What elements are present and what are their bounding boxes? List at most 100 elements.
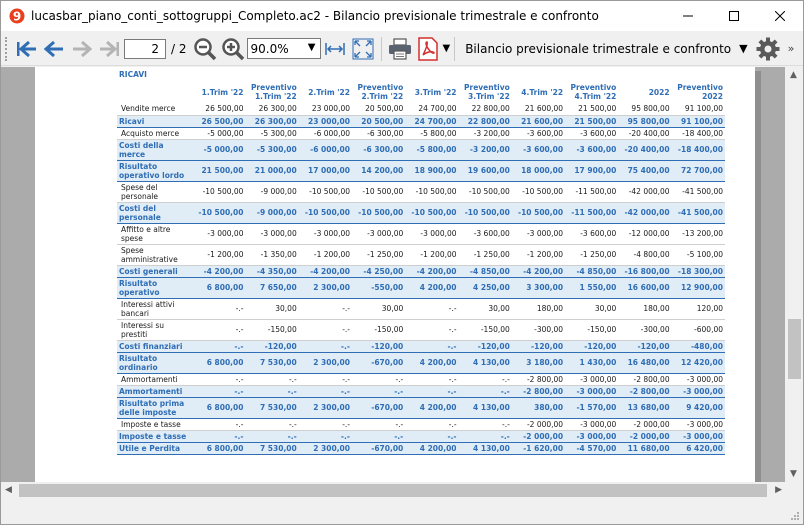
first-page-icon xyxy=(17,40,36,57)
page-number-input[interactable]: 2 xyxy=(124,38,166,59)
table-cell: -5 100,00 xyxy=(671,244,725,266)
table-cell: 1 430,00 xyxy=(565,352,619,374)
total-row: Utile e Perdita 6 800,00 7 530,00 2 300,00-… xyxy=(117,442,725,455)
svg-text:9: 9 xyxy=(13,10,21,24)
scroll-up-icon[interactable]: ▲ xyxy=(790,70,797,80)
table-row: Acquisto merce -5 000,00 -5 300,00 -6 000,0… xyxy=(117,127,725,140)
table-cell: -3 000,00 xyxy=(671,430,725,443)
maximize-button[interactable] xyxy=(711,1,757,31)
fit-page-icon xyxy=(352,38,373,59)
table-cell: -10 500,00 xyxy=(458,202,512,224)
settings-button[interactable] xyxy=(754,35,782,63)
table-cell: -6 300,00 xyxy=(352,127,406,140)
row-label: Costi finanziari xyxy=(117,340,193,353)
section-title: RICAVI xyxy=(119,69,147,79)
toolbar-grip[interactable] xyxy=(5,36,9,61)
table-cell: 4 200,00 xyxy=(405,352,459,374)
table-cell: -.- xyxy=(405,385,459,398)
table-cell: -3 600,00 xyxy=(565,127,619,140)
table-cell: -5 800,00 xyxy=(405,139,459,161)
close-button[interactable] xyxy=(757,1,803,31)
table-cell: -2 800,00 xyxy=(618,373,672,386)
table-cell: -.- xyxy=(405,430,459,443)
column-header: Preventivo 3.Trim '22 xyxy=(464,83,510,101)
total-row: Costi del personale -10 500,00 -9 000,00 -1… xyxy=(117,202,725,224)
table-row: Spese del personale -10 500,00 -9 000,00 -1… xyxy=(117,181,725,203)
table-cell: -3 000,00 xyxy=(565,418,619,431)
first-page-button[interactable] xyxy=(12,35,40,63)
scroll-right-icon[interactable]: ▶ xyxy=(775,485,782,495)
zoom-in-button[interactable] xyxy=(219,35,247,63)
table-cell: -.- xyxy=(458,373,512,386)
last-page-button[interactable] xyxy=(96,35,124,63)
vertical-scroll-thumb[interactable] xyxy=(788,319,801,379)
total-row: Risultato operativo 6 800,00 7 650,00 2 300… xyxy=(117,277,725,299)
row-label: Costi della merce xyxy=(117,139,193,161)
table-cell: -1 250,00 xyxy=(352,244,406,266)
pdf-export-button[interactable] xyxy=(414,35,442,63)
scroll-down-icon[interactable]: ▼ xyxy=(790,469,797,479)
zoom-out-button[interactable] xyxy=(191,35,219,63)
table-cell: -.- xyxy=(405,418,459,431)
scroll-left-icon[interactable]: ◀ xyxy=(5,485,12,495)
table-cell: -3 000,00 xyxy=(671,418,725,431)
table-cell: -1 350,00 xyxy=(245,244,299,266)
table-cell: 20 500,00 xyxy=(352,115,406,128)
prev-page-button[interactable] xyxy=(40,35,68,63)
table-row: Spese amministrative -1 200,00 -1 350,00 -1… xyxy=(117,244,725,266)
zoom-select[interactable]: 90.0% ▼ xyxy=(246,38,321,59)
table-cell: 18 900,00 xyxy=(405,160,459,182)
report-select[interactable]: Bilancio previsionale trimestrale e conf… xyxy=(465,42,747,56)
title-bar: 9 lucasbar_piano_conti_sottogruppi_Compl… xyxy=(1,1,803,31)
table-cell: -20 400,00 xyxy=(618,139,672,161)
table-cell: 20 500,00 xyxy=(352,103,406,116)
table-cell: 16 600,00 xyxy=(618,277,672,299)
table-cell: -3 600,00 xyxy=(511,127,566,140)
print-button[interactable] xyxy=(386,35,414,63)
table-cell: -120,00 xyxy=(352,340,406,353)
table-cell: -10 500,00 xyxy=(511,202,566,224)
row-label: Risultato prima delle imposte xyxy=(117,397,193,419)
fit-width-button[interactable] xyxy=(321,35,349,63)
minimize-button[interactable] xyxy=(665,1,711,31)
vertical-scrollbar[interactable]: ▲ ▼ xyxy=(786,67,803,482)
next-page-button[interactable] xyxy=(68,35,96,63)
table-cell: 30,00 xyxy=(245,298,299,320)
table-cell: 30,00 xyxy=(458,298,512,320)
resize-grip-icon[interactable] xyxy=(790,511,800,521)
table-cell: 7 650,00 xyxy=(245,277,299,299)
table-cell: -10 500,00 xyxy=(405,181,459,203)
table-cell: -3 000,00 xyxy=(671,373,725,386)
column-header: 3.Trim '22 xyxy=(414,87,457,97)
toolbar-overflow-icon[interactable]: » xyxy=(788,42,795,55)
pdf-dropdown-arrow-icon[interactable]: ▼ xyxy=(443,43,451,54)
table-cell: 12 900,00 xyxy=(671,277,725,299)
table-cell: 75 400,00 xyxy=(618,160,672,182)
total-row: Costi generali -4 200,00 -4 350,00 -4 200,0… xyxy=(117,265,725,278)
table-cell: 21 500,00 xyxy=(192,160,246,182)
page-total: / 2 xyxy=(171,41,187,56)
table-cell: 180,00 xyxy=(511,298,566,320)
row-label: Imposte e tasse xyxy=(117,418,193,431)
table-cell: 6 420,00 xyxy=(671,442,725,455)
table-cell: -1 250,00 xyxy=(565,244,619,266)
next-page-icon xyxy=(73,40,93,57)
horizontal-scroll-thumb[interactable] xyxy=(19,484,767,497)
table-cell: 26 300,00 xyxy=(245,115,299,128)
table-row: Imposte e tasse -.- -.- -.- -.- -.- -.- -2 000,… xyxy=(117,418,725,431)
table-cell: -300,00 xyxy=(618,319,672,341)
table-cell: 13 680,00 xyxy=(618,397,672,419)
table-cell: -670,00 xyxy=(352,352,406,374)
table-cell: -3 000,00 xyxy=(405,223,459,245)
horizontal-scrollbar[interactable]: ◀ ▶ xyxy=(1,482,786,499)
table-cell: 380,00 xyxy=(511,397,566,419)
table-cell: -42 000,00 xyxy=(618,202,672,224)
table-cell: -3 600,00 xyxy=(565,139,619,161)
table-cell: 21 600,00 xyxy=(511,103,566,116)
zoom-in-icon xyxy=(221,37,244,60)
table-cell: -.- xyxy=(192,418,246,431)
fit-page-button[interactable] xyxy=(349,35,377,63)
table-cell: -3 200,00 xyxy=(458,139,512,161)
table-cell: 7 530,00 xyxy=(245,352,299,374)
table-cell: 17 900,00 xyxy=(565,160,619,182)
